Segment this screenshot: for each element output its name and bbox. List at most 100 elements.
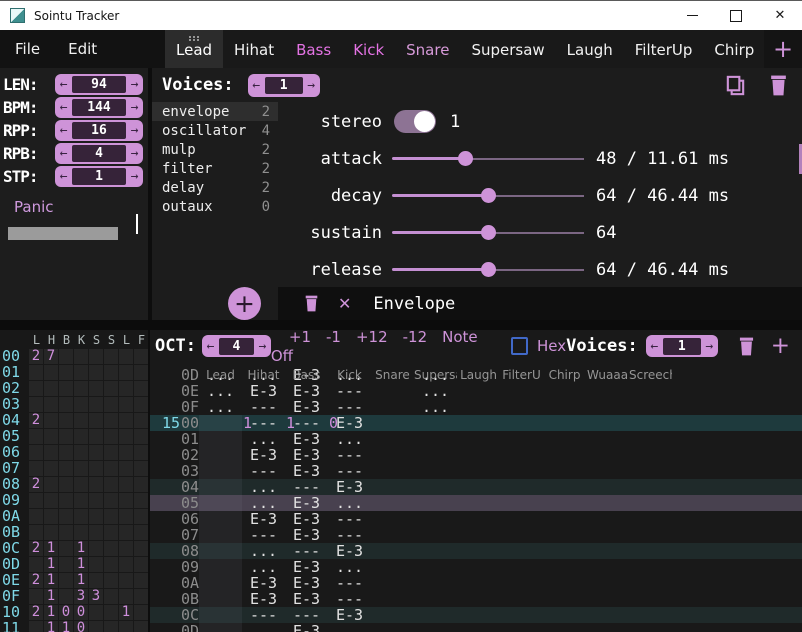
order-cell[interactable] [134,445,148,460]
track-voices-decrement-button[interactable]: ← [646,339,663,354]
pattern-cell[interactable] [371,607,414,623]
pattern-cell[interactable]: E-3 [285,511,328,527]
order-cell[interactable] [104,605,118,620]
order-cell[interactable]: 3 [74,589,88,604]
len-increment-button[interactable]: → [126,77,143,92]
order-cell[interactable] [74,429,88,444]
pattern-cell[interactable]: ... [242,495,285,511]
order-cell[interactable] [29,509,43,524]
pattern-cell[interactable] [543,447,586,463]
pattern-cell[interactable] [199,575,242,591]
pattern-cell[interactable] [586,495,629,511]
pattern-cell[interactable]: ... [328,495,371,511]
pattern-cell[interactable] [371,431,414,447]
pattern-cell[interactable] [586,559,629,575]
pattern-cell[interactable] [457,511,500,527]
slider-knob[interactable] [481,225,496,240]
bpm-increment-button[interactable]: → [126,100,143,115]
pattern-cell[interactable] [586,479,629,495]
pattern-cell[interactable] [500,543,543,559]
order-cell[interactable]: 1 [44,541,58,556]
order-cell[interactable] [89,461,103,476]
order-cell[interactable] [44,381,58,396]
order-cell[interactable] [44,365,58,380]
pattern-cell[interactable] [586,447,629,463]
pattern-cell[interactable] [414,543,457,559]
order-cell[interactable]: 1 [74,557,88,572]
pattern-cell[interactable] [199,415,242,431]
order-cell[interactable] [104,381,118,396]
pattern-cell[interactable] [457,495,500,511]
pattern-cell[interactable] [543,479,586,495]
pattern-cell[interactable] [586,431,629,447]
order-cell[interactable]: 2 [29,573,43,588]
order-cell[interactable] [134,509,148,524]
pattern-cell[interactable] [629,479,672,495]
pattern-cell[interactable] [414,559,457,575]
order-cell[interactable] [104,397,118,412]
pattern-cell[interactable] [199,495,242,511]
order-cell[interactable] [59,477,73,492]
pattern-cell[interactable] [457,527,500,543]
pattern-cell[interactable] [199,527,242,543]
order-cell[interactable]: 1 [44,621,58,632]
order-cell[interactable] [29,381,43,396]
tab-supersaw[interactable]: Supersaw [460,30,555,68]
pattern-cell[interactable]: E-3 [285,575,328,591]
pattern-cell[interactable] [629,495,672,511]
order-cell[interactable] [89,365,103,380]
pattern-cell[interactable]: --- [328,527,371,543]
pattern-cell[interactable]: ... [414,367,457,383]
pattern-cell[interactable] [457,607,500,623]
pattern-cell[interactable] [543,543,586,559]
pattern-cell[interactable] [328,623,371,632]
pattern-cell[interactable]: --- [328,383,371,399]
order-cell[interactable] [119,573,133,588]
order-cell[interactable] [134,573,148,588]
order-cell[interactable] [44,461,58,476]
pattern-cell[interactable] [629,623,672,632]
menu-edit[interactable]: Edit [68,40,97,58]
pattern-cell[interactable]: ... [199,383,242,399]
pattern-cell[interactable] [371,463,414,479]
order-cell[interactable] [89,397,103,412]
pattern-cell[interactable]: E-3 [285,447,328,463]
order-cell[interactable] [89,477,103,492]
order-cell[interactable]: 2 [29,349,43,364]
order-cell[interactable] [104,589,118,604]
order-cell[interactable] [104,509,118,524]
order-cell[interactable] [59,397,73,412]
copy-instrument-icon[interactable] [724,74,747,97]
order-cell[interactable] [104,541,118,556]
order-cell[interactable] [74,493,88,508]
order-cell[interactable]: 1 [44,557,58,572]
pattern-cell[interactable] [371,623,414,632]
pattern-cell[interactable] [457,591,500,607]
order-cell[interactable] [44,477,58,492]
pattern-cell[interactable]: ... [242,431,285,447]
order-cell[interactable] [59,509,73,524]
order-cell[interactable]: 0 [74,621,88,632]
pattern-cell[interactable] [586,399,629,415]
order-cell[interactable] [89,381,103,396]
pattern-cell[interactable] [586,511,629,527]
order-cell[interactable] [104,445,118,460]
order-cell[interactable]: 2 [29,413,43,428]
order-cell[interactable] [59,557,73,572]
pattern-cell[interactable] [586,527,629,543]
pattern-cell[interactable]: ... [242,479,285,495]
rpp-decrement-button[interactable]: ← [55,123,72,138]
order-cell[interactable] [29,365,43,380]
delete-track-icon[interactable] [738,337,755,356]
unit-item-mulp[interactable]: mulp2 [152,140,278,159]
pattern-cell[interactable] [500,527,543,543]
pattern-cell[interactable] [371,543,414,559]
pattern-cell[interactable]: --- [328,463,371,479]
order-cell[interactable] [119,589,133,604]
order-cell[interactable] [74,445,88,460]
pattern-cell[interactable]: 0E-3 [328,415,371,431]
order-cell[interactable] [134,461,148,476]
order-cell[interactable] [104,477,118,492]
slider-knob[interactable] [481,262,496,277]
pattern-cell[interactable] [371,495,414,511]
